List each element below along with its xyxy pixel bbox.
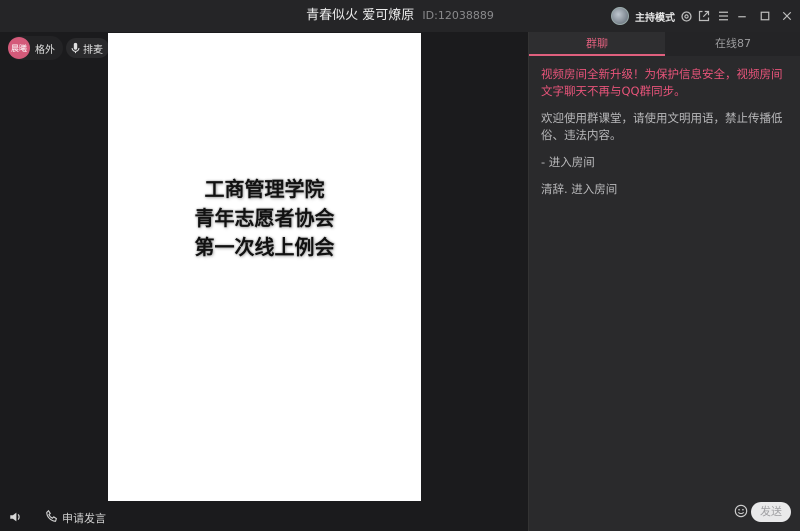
host-mode-toggle[interactable]: 主持模式 xyxy=(635,9,675,24)
maximize-icon[interactable] xyxy=(757,8,773,24)
settings-icon[interactable] xyxy=(678,8,694,24)
close-icon[interactable] xyxy=(779,8,795,24)
microphone-icon xyxy=(71,39,80,58)
chat-input[interactable] xyxy=(537,503,732,525)
room-title: 青春似火 爱可燎原 xyxy=(306,8,415,23)
apply-speak-label: 申请发言 xyxy=(62,511,106,525)
tab-group-chat[interactable]: 群聊 xyxy=(529,32,665,56)
shared-slide: 工商管理学院 青年志愿者协会 第一次线上例会 xyxy=(108,33,421,501)
phone-icon xyxy=(45,508,59,527)
welcome-message: 欢迎使用群课堂，请使用文明用语，禁止传播低俗、违法内容。 xyxy=(541,111,783,142)
title-bar: 青春似火 爱可燎原 ID:12038889 主持模式 xyxy=(0,0,800,32)
chat-panel: 群聊 在线87 视频房间全新升级！为保护信息安全，视频房间文字聊天不再与QQ群同… xyxy=(528,32,800,531)
join-message: 清辞. 进入房间 xyxy=(541,182,618,196)
chat-tabs: 群聊 在线87 xyxy=(529,32,800,56)
avatar: 晨曦 xyxy=(8,37,30,59)
send-button[interactable]: 发送 xyxy=(751,502,791,522)
current-speaker-chip[interactable]: 晨曦 格外 xyxy=(8,36,63,60)
tab-online[interactable]: 在线87 xyxy=(665,32,800,56)
slide-line: 青年志愿者协会 xyxy=(194,206,335,230)
speaker-icon[interactable] xyxy=(8,509,23,528)
slide-line: 第一次线上例会 xyxy=(194,235,335,259)
room-id: ID:12038889 xyxy=(422,9,494,22)
host-avatar[interactable] xyxy=(611,7,629,25)
apply-speak-button[interactable]: 申请发言 xyxy=(45,508,106,527)
slide-line: 工商管理学院 xyxy=(204,177,325,201)
mic-queue-button[interactable]: 排麦 xyxy=(66,38,109,58)
user-name: 格外 xyxy=(35,44,55,56)
chat-input-row: 发送 xyxy=(529,498,800,531)
minimize-icon[interactable] xyxy=(734,8,750,24)
slide-text: 工商管理学院 青年志愿者协会 第一次线上例会 xyxy=(108,175,421,262)
emoji-icon[interactable] xyxy=(734,503,748,518)
menu-icon[interactable] xyxy=(715,8,731,24)
bottom-controls: 申请发言 xyxy=(0,504,528,531)
popout-icon[interactable] xyxy=(696,8,712,24)
system-notice: 视频房间全新升级！为保护信息安全，视频房间文字聊天不再与QQ群同步。 xyxy=(541,67,783,98)
mic-queue-label: 排麦 xyxy=(83,44,103,56)
join-message: - 进入房间 xyxy=(541,155,595,169)
message-list: 视频房间全新升级！为保护信息安全，视频房间文字聊天不再与QQ群同步。 欢迎使用群… xyxy=(541,66,789,208)
